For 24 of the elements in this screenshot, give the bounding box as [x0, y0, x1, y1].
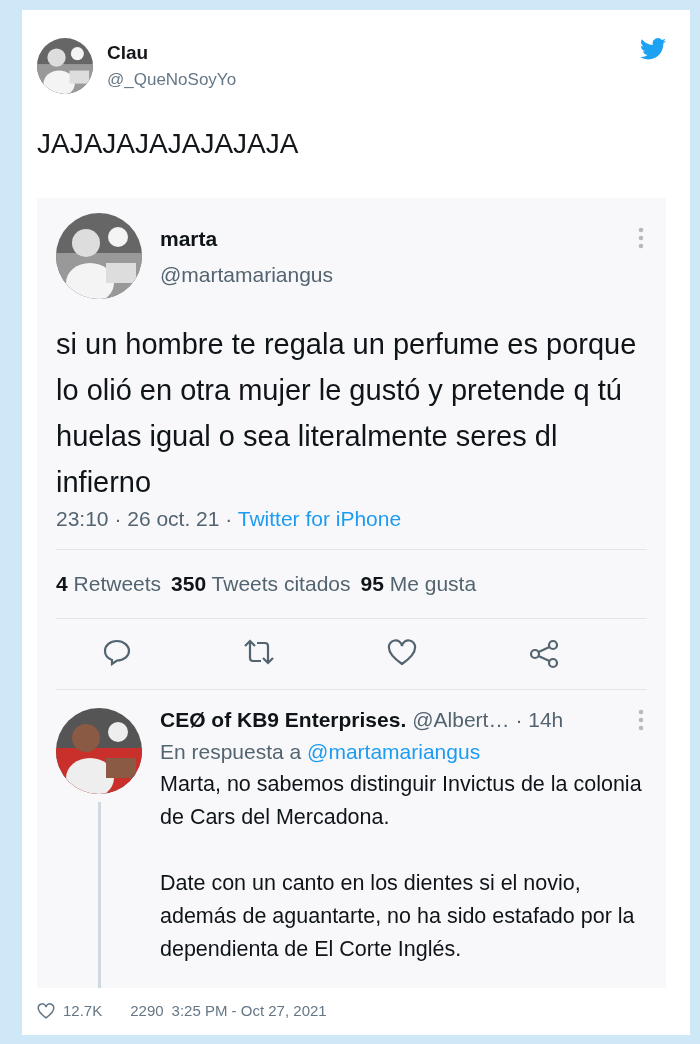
author-name[interactable]: CEØ of KB9 Enterprises.: [160, 708, 407, 732]
tweet-text: si un hombre te regala un perfume es porque lo olió en otra mujer le gustó y pretende q tú huelas igual o sea literalmente seres dl infierno: [55, 327, 638, 500]
author-handle[interactable]: @_QueNoSoyYo: [107, 70, 237, 90]
reply-icon[interactable]: [102, 639, 131, 666]
tweet-time: 23:10 · 26 oct. 21 ·: [56, 507, 233, 530]
author-handle[interactable]: @martamariangus: [160, 263, 334, 287]
bird-icon[interactable]: [640, 38, 666, 60]
tweet-timestamp[interactable]: 3:25 PM - Oct 27, 2021: [171, 1002, 327, 1019]
tweet-text: JAJAJAJAJAJAJAJA: [37, 128, 300, 160]
reply-text: Marta, no sabemos distinguir Invictus de la colonia de Cars del Mercadona.: [160, 771, 643, 831]
stat-count[interactable]: 4 Retweets: [56, 572, 162, 596]
stat-count[interactable]: 350 Tweets citados: [171, 572, 351, 596]
author-name[interactable]: marta: [160, 227, 334, 251]
like-count: 12.7K: [63, 1002, 103, 1019]
reply-count: 2290: [130, 1002, 164, 1019]
heart-icon[interactable]: [37, 1002, 55, 1019]
author-handle[interactable]: @Albert…: [412, 708, 510, 732]
stat-count[interactable]: 95 Me gusta: [360, 572, 477, 596]
heart-icon[interactable]: [387, 639, 418, 666]
author-name[interactable]: Clau: [107, 42, 237, 64]
reply-text: Date con un canto en los dientes si el novio, además de aguantarte, no ha sido estafado por la dependienta de El Corte Inglés.: [160, 870, 636, 963]
reply-label: En respuesta a: [160, 740, 302, 763]
share-icon[interactable]: [528, 639, 561, 669]
tweet-time: · 14h: [515, 708, 564, 732]
